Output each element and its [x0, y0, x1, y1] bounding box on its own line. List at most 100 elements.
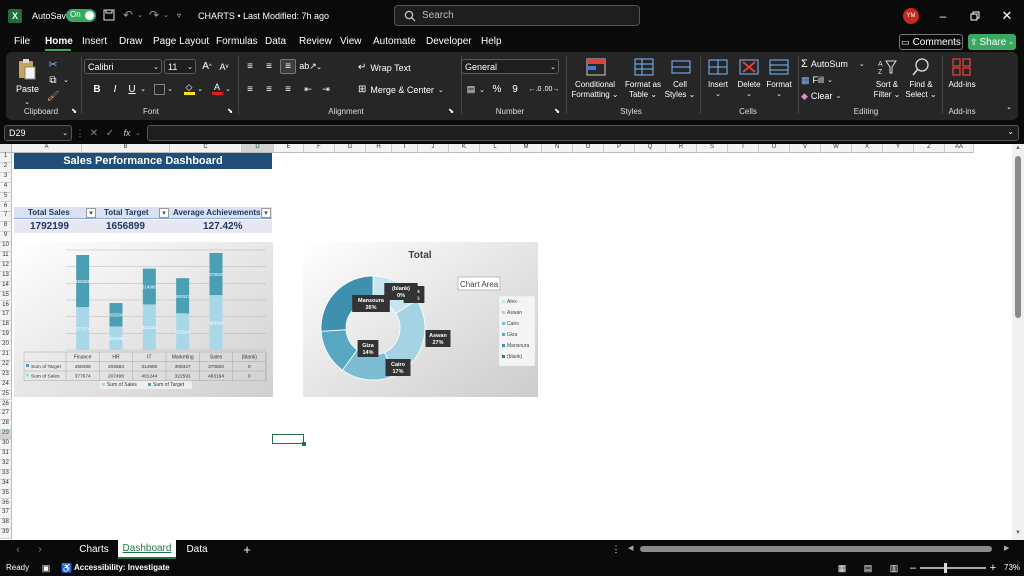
- menu-formulas[interactable]: Formulas: [216, 36, 258, 47]
- format-cells-button[interactable]: Format ⌄: [764, 56, 794, 102]
- donut-chart[interactable]: Total Alex16%Aswan27%Cairo17%Giza14%Mans…: [303, 242, 538, 397]
- menu-insert[interactable]: Insert: [82, 36, 107, 47]
- align-left-icon[interactable]: ≡: [242, 82, 258, 97]
- cut-icon[interactable]: ✂: [46, 57, 60, 71]
- paste-button[interactable]: Paste: [12, 56, 42, 98]
- row-header-28[interactable]: 28: [0, 420, 12, 431]
- collapse-ribbon-icon[interactable]: ⌄: [1004, 102, 1014, 112]
- column-header-b[interactable]: B: [82, 144, 170, 153]
- orientation-icon[interactable]: ab↗: [299, 59, 317, 74]
- row-header-29[interactable]: 29: [0, 430, 12, 441]
- row-header-22[interactable]: 22: [0, 360, 12, 371]
- search-box[interactable]: Search: [394, 5, 640, 26]
- font-size-select[interactable]: 11 ⌄: [164, 59, 196, 74]
- scroll-left-icon[interactable]: ◀: [628, 544, 633, 552]
- sort-filter-button[interactable]: AZ Sort & Filter ⌄: [870, 56, 904, 102]
- orientation-dropdown-icon[interactable]: ⌄: [315, 59, 323, 74]
- row-header-27[interactable]: 27: [0, 410, 12, 421]
- font-color-icon[interactable]: A: [210, 82, 224, 96]
- row-header-7[interactable]: 7: [0, 212, 12, 223]
- row-header-6[interactable]: 6: [0, 202, 12, 213]
- accessibility-status[interactable]: Accessibility: Investigate: [74, 563, 170, 572]
- menu-data[interactable]: Data: [265, 36, 286, 47]
- column-header-c[interactable]: C: [170, 144, 242, 153]
- find-select-button[interactable]: Find & Select ⌄: [904, 56, 938, 102]
- name-box[interactable]: D29 ⌄: [4, 125, 72, 141]
- row-header-5[interactable]: 5: [0, 192, 12, 203]
- accessibility-icon[interactable]: ♿: [61, 562, 72, 574]
- zoom-level[interactable]: 73%: [1004, 563, 1020, 572]
- redo-icon[interactable]: ↷: [146, 8, 162, 22]
- menu-review[interactable]: Review: [299, 36, 332, 47]
- clipboard-launcher-icon[interactable]: ⬊: [70, 107, 78, 115]
- select-all-corner[interactable]: [0, 144, 12, 153]
- filter-dropdown-icon[interactable]: ▾: [261, 208, 271, 218]
- normal-view-icon[interactable]: ▦: [836, 562, 848, 574]
- minimize-icon[interactable]: –: [935, 8, 951, 24]
- redo-dropdown-icon[interactable]: ⌄: [162, 8, 170, 22]
- scroll-right-icon[interactable]: ▶: [1004, 544, 1009, 552]
- comma-style-icon[interactable]: 9: [508, 82, 522, 97]
- increase-font-icon[interactable]: A ^: [200, 59, 214, 74]
- share-button[interactable]: ⇪ Share ⌄: [968, 34, 1016, 50]
- paste-dropdown-icon[interactable]: ⌄: [20, 98, 34, 106]
- confirm-entry-icon[interactable]: ✓: [104, 125, 116, 141]
- column-header-n[interactable]: N: [542, 144, 573, 153]
- tab-charts[interactable]: Charts: [72, 540, 116, 559]
- row-header-36[interactable]: 36: [0, 499, 12, 510]
- kpi-value-total-target[interactable]: 1656899: [106, 221, 145, 232]
- add-sheet-icon[interactable]: +: [240, 542, 254, 557]
- menu-automate[interactable]: Automate: [373, 36, 416, 47]
- column-header-a[interactable]: A: [12, 144, 82, 153]
- borders-icon[interactable]: [152, 82, 166, 96]
- row-header-37[interactable]: 37: [0, 509, 12, 520]
- worksheet-grid[interactable]: A B C D E F G H I J K L M N O P Q R S T U V W X Y Z AA 1 2 3 4 5 6 7 8 9 10…: [0, 144, 1024, 540]
- fill-color-dropdown-icon[interactable]: ⌄: [196, 82, 204, 96]
- menu-page-layout[interactable]: Page Layout: [153, 36, 209, 47]
- column-header-h[interactable]: H: [366, 144, 392, 153]
- merge-center-button[interactable]: ⊞ Merge & Center ⌄: [358, 82, 454, 97]
- accounting-dropdown-icon[interactable]: ⌄: [478, 82, 486, 97]
- column-header-g[interactable]: G: [335, 144, 366, 153]
- row-header-18[interactable]: 18: [0, 321, 12, 332]
- row-header-1[interactable]: 1: [0, 153, 12, 163]
- zoom-slider[interactable]: [920, 563, 986, 573]
- percent-icon[interactable]: %: [490, 82, 504, 97]
- cell-mode-icon[interactable]: ▣: [40, 562, 52, 574]
- column-header-p[interactable]: P: [604, 144, 635, 153]
- page-break-view-icon[interactable]: ▥: [888, 562, 900, 574]
- comments-button[interactable]: ▭ Comments: [899, 34, 963, 50]
- row-header-13[interactable]: 13: [0, 271, 12, 282]
- kpi-value-total-sales[interactable]: 1792199: [30, 221, 69, 232]
- column-header-f[interactable]: F: [304, 144, 335, 153]
- column-header-o[interactable]: O: [573, 144, 604, 153]
- column-header-z[interactable]: Z: [914, 144, 945, 153]
- restore-icon[interactable]: [967, 8, 983, 24]
- row-header-32[interactable]: 32: [0, 459, 12, 470]
- row-header-33[interactable]: 33: [0, 469, 12, 480]
- row-header-17[interactable]: 17: [0, 311, 12, 322]
- row-header-9[interactable]: 9: [0, 232, 12, 243]
- decrease-decimal-icon[interactable]: .00→: [543, 82, 560, 97]
- column-header-i[interactable]: I: [392, 144, 418, 153]
- clear-button[interactable]: ◆ Clear ⌄: [801, 89, 851, 103]
- format-painter-icon[interactable]: 🖌: [46, 89, 60, 103]
- conditional-formatting-button[interactable]: Conditional Formatting ⌄: [570, 56, 620, 102]
- fx-dropdown-icon[interactable]: ⌄: [134, 125, 142, 141]
- row-header-38[interactable]: 38: [0, 519, 12, 530]
- row-header-24[interactable]: 24: [0, 380, 12, 391]
- row-header-16[interactable]: 16: [0, 301, 12, 312]
- increase-indent-icon[interactable]: ⇥: [319, 82, 333, 97]
- autosave-toggle[interactable]: On: [66, 9, 96, 22]
- menu-developer[interactable]: Developer: [426, 36, 472, 47]
- delete-cells-button[interactable]: Delete ⌄: [734, 56, 764, 102]
- fill-handle[interactable]: [302, 442, 306, 446]
- decrease-indent-icon[interactable]: ⇤: [301, 82, 315, 97]
- horizontal-scrollbar[interactable]: ◀ ▶: [628, 544, 1016, 555]
- column-header-r[interactable]: R: [666, 144, 697, 153]
- column-header-j[interactable]: J: [418, 144, 449, 153]
- row-header-31[interactable]: 31: [0, 450, 12, 460]
- avatar[interactable]: YM: [903, 8, 919, 24]
- page-layout-view-icon[interactable]: ▤: [862, 562, 874, 574]
- dashboard-title-cell[interactable]: Sales Performance Dashboard: [14, 153, 272, 169]
